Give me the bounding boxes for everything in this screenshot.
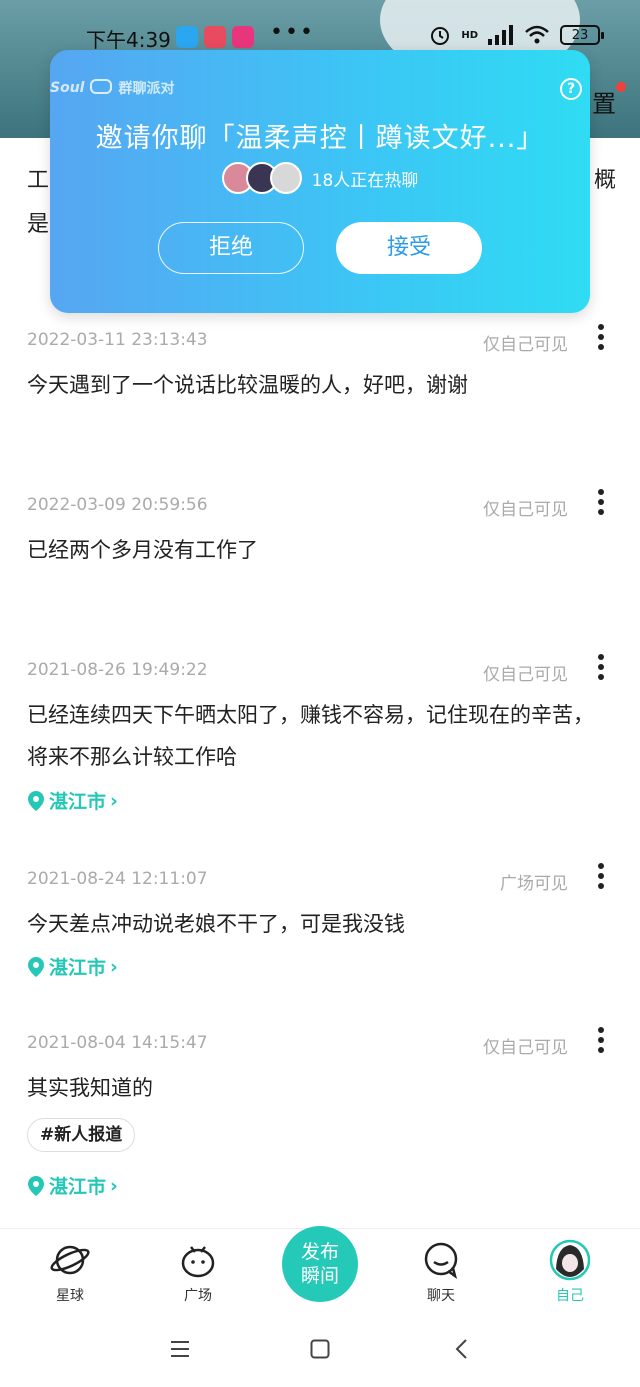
post-location[interactable]: 湛江市 › [27,953,118,980]
post-visibility: 仅自己可见 [483,500,568,520]
post-date: 2021-08-24 12:11:07 [27,869,208,889]
menu-icon[interactable] [170,1340,190,1358]
nav-chat[interactable]: 聊天 [401,1239,481,1305]
nav-square[interactable]: 广场 [158,1239,238,1305]
question-circle-icon[interactable]: ? [560,78,582,100]
planet-icon [50,1245,90,1275]
location-label: 湛江市 [49,791,107,813]
location-label: 湛江市 [49,1176,107,1198]
post-date: 2021-08-26 19:49:22 [27,660,208,680]
post-date: 2021-08-04 14:15:47 [27,1033,208,1053]
chat-bubble-icon [424,1242,458,1279]
topic-tag[interactable]: #新人报道 [27,1118,136,1152]
status-time: 下午4:39 [86,28,171,52]
bio-text: 是 [27,212,50,237]
post-text: 已经两个多月没有工作了 [27,538,258,562]
battery-level: 23 [571,27,589,43]
nav-planet[interactable]: 星球 [30,1239,110,1305]
signal-icon [488,25,513,45]
app-notification-icon [176,26,198,48]
publish-moment-button[interactable]: 发布 瞬间 [282,1226,358,1302]
app-notification-icon [204,26,226,48]
accept-button[interactable]: 接受 [336,222,482,274]
nav-label: 自己 [556,1288,584,1304]
chevron-right-icon: › [110,955,118,978]
post-visibility: 广场可见 [500,874,568,894]
system-nav-bar [0,1310,640,1387]
invite-title: 邀请你聊「温柔声控丨蹲读文好...」 [95,123,545,154]
post-text: 其实我知道的 [27,1076,153,1100]
post-text: 已经连续四天下午晒太阳了，赚钱不容易，记住现在的辛苦，将来不那么计较工作哈 [27,703,594,769]
bio-text: 工 [27,168,50,193]
more-options-icon[interactable] [596,1027,606,1057]
post-text: 今天遇到了一个说话比较温暖的人，好吧，谢谢 [27,373,468,397]
invite-brand-label: 群聊派对 [118,81,175,97]
status-icons: HD 23 [429,24,604,46]
settings-button[interactable]: 置 [592,84,616,119]
nav-self[interactable]: 自己 [530,1239,610,1305]
nav-label: 星球 [56,1288,84,1304]
more-options-icon[interactable] [596,654,606,684]
avatar [549,1239,591,1281]
location-pin-icon [28,790,44,811]
more-options-icon[interactable] [596,324,606,354]
avatar [269,162,302,194]
battery-icon: 23 [560,25,604,45]
group-chat-invite-card: Soul 群聊派对 ? 邀请你聊「温柔声控丨蹲读文好...」 18人正在热聊 拒… [50,50,590,313]
post-location[interactable]: 湛江市 › [27,1172,118,1199]
chat-bubble-icon [90,79,113,94]
more-options-icon[interactable] [596,863,606,893]
post-visibility: 仅自己可见 [483,1038,568,1058]
square-face-icon [181,1246,215,1278]
more-options-icon[interactable] [596,489,606,519]
online-count: 18人正在热聊 [311,170,419,191]
home-icon[interactable] [310,1339,330,1359]
location-pin-icon [28,1175,44,1196]
chevron-right-icon: › [110,789,118,812]
alarm-icon [431,27,450,45]
app-notification-icon [232,26,254,48]
chevron-right-icon: › [110,1174,118,1197]
invite-online-info: 18人正在热聊 [50,162,590,194]
post-date: 2022-03-09 20:59:56 [27,495,208,515]
bio-text: 概 [593,168,616,193]
post-location[interactable]: 湛江市 › [27,787,118,814]
more-notifications-icon: ••• [270,20,315,45]
location-pin-icon [28,956,44,977]
location-label: 湛江市 [49,957,107,979]
post-visibility: 仅自己可见 [483,665,568,685]
member-avatars [221,162,302,194]
wifi-icon [525,25,549,44]
reject-button[interactable]: 拒绝 [158,222,304,274]
post-text: 今天差点冲动说老娘不干了，可是我没钱 [27,912,405,936]
hd-label: HD [461,29,478,41]
back-icon[interactable] [454,1338,468,1360]
post-date: 2022-03-11 23:13:43 [27,330,208,350]
nav-label: 广场 [184,1288,212,1304]
post-visibility: 仅自己可见 [483,335,568,355]
invite-brand: Soul 群聊派对 [50,78,174,98]
notification-dot [616,82,626,92]
nav-label: 聊天 [427,1288,455,1304]
soul-logo: Soul [50,80,85,96]
